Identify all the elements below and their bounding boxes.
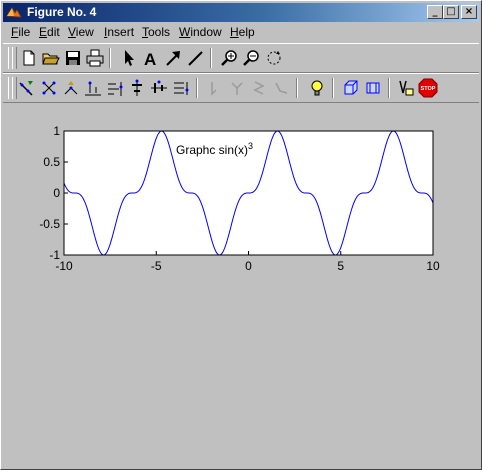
y-tick-label: 0 <box>53 186 60 200</box>
x-tick-label: 10 <box>426 259 440 273</box>
plot-canvas[interactable]: -10 -5 0 5 10 10.50-0.5-1 Graphc sin(x)3 <box>1 1 481 469</box>
x-tick-label: 5 <box>337 259 344 273</box>
x-tick-label: -5 <box>151 259 162 273</box>
y-tick-label: -1 <box>49 248 60 262</box>
chart-title: Graphc sin(x)3 <box>176 141 253 157</box>
y-tick-label: -0.5 <box>39 217 60 231</box>
x-tick-label: 0 <box>245 259 252 273</box>
y-tick-label: 0.5 <box>43 155 60 169</box>
y-tick-label: 1 <box>53 124 60 138</box>
figure-window: Figure No. 4 _ □ × File Edit View Insert… <box>0 0 482 470</box>
